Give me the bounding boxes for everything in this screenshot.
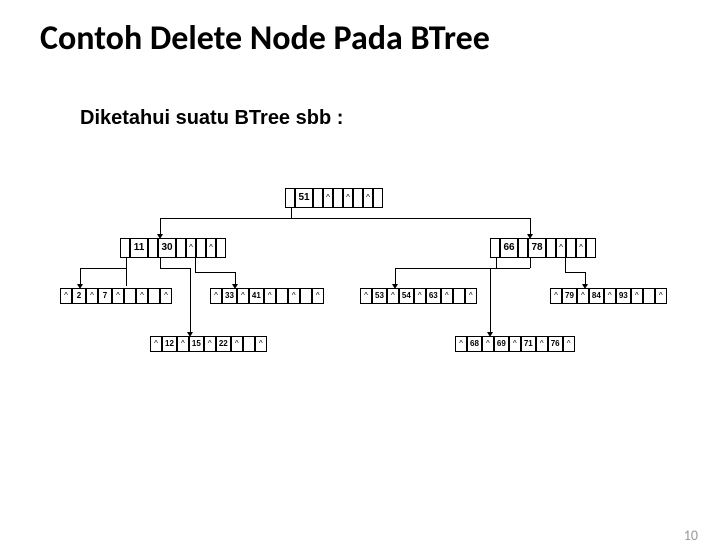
btree-diagram: 51 ^ ^ ^ 11 30 ^ ^ 66 78 ^ ^: [60, 188, 680, 428]
root-node: 51 ^ ^ ^: [285, 188, 383, 208]
ptr: [313, 188, 323, 208]
ptr: ^: [604, 288, 616, 304]
ptr: ^: [655, 288, 667, 304]
ptr: ^: [536, 336, 548, 352]
ptr: ^: [288, 288, 300, 304]
node-lv1-left: 11 30 ^ ^: [120, 238, 226, 258]
ptr: [285, 188, 295, 208]
key: 12: [162, 336, 177, 352]
ptr: [453, 288, 465, 304]
ptr: ^: [550, 288, 562, 304]
key: 84: [589, 288, 604, 304]
ptr: [490, 238, 500, 258]
ptr: ^: [441, 288, 453, 304]
key: 71: [521, 336, 536, 352]
leaf-f: ^ 68 ^ 69 ^ 71 ^ 76 ^: [455, 336, 575, 352]
key: 68: [467, 336, 482, 352]
ptr: [148, 238, 158, 258]
node-lv1-right: 66 78 ^ ^: [490, 238, 596, 258]
key: 33: [222, 288, 237, 304]
key: 41: [249, 288, 264, 304]
ptr: [518, 238, 528, 258]
ptr: ^: [231, 336, 243, 352]
ptr: ^: [160, 288, 172, 304]
ptr: ^: [577, 288, 589, 304]
ptr: [333, 188, 343, 208]
key: 51: [295, 188, 313, 208]
ptr: ^: [206, 238, 216, 258]
key: 93: [616, 288, 631, 304]
ptr: [124, 288, 136, 304]
ptr: ^: [264, 288, 276, 304]
ptr: ^: [177, 336, 189, 352]
ptr: ^: [204, 336, 216, 352]
ptr: ^: [563, 336, 575, 352]
key: 15: [189, 336, 204, 352]
key: 66: [500, 238, 518, 258]
ptr: [176, 238, 186, 258]
ptr: ^: [363, 188, 373, 208]
leaf-b: ^ 33 ^ 41 ^ ^ ^: [210, 288, 324, 304]
ptr: ^: [576, 238, 586, 258]
key: 7: [98, 288, 112, 304]
ptr: ^: [556, 238, 566, 258]
ptr: [586, 238, 596, 258]
key: 54: [399, 288, 414, 304]
ptr: ^: [210, 288, 222, 304]
key: 78: [528, 238, 546, 258]
ptr: ^: [465, 288, 477, 304]
key: 76: [548, 336, 563, 352]
subtitle: Diketahui suatu BTree sbb :: [80, 107, 720, 130]
ptr: [216, 238, 226, 258]
ptr: ^: [323, 188, 333, 208]
ptr: [120, 238, 130, 258]
ptr: ^: [387, 288, 399, 304]
page-number: 10: [684, 527, 698, 544]
leaf-d: ^ 79 ^ 84 ^ 93 ^ ^: [550, 288, 667, 304]
ptr: ^: [86, 288, 98, 304]
key: 2: [72, 288, 86, 304]
ptr: ^: [186, 238, 196, 258]
ptr: ^: [509, 336, 521, 352]
ptr: ^: [455, 336, 467, 352]
ptr: ^: [150, 336, 162, 352]
ptr: [276, 288, 288, 304]
ptr: [243, 336, 255, 352]
leaf-e: ^ 12 ^ 15 ^ 22 ^ ^: [150, 336, 267, 352]
ptr: [353, 188, 363, 208]
ptr: ^: [136, 288, 148, 304]
key: 22: [216, 336, 231, 352]
ptr: ^: [631, 288, 643, 304]
ptr: [546, 238, 556, 258]
ptr: [373, 188, 383, 208]
ptr: ^: [312, 288, 324, 304]
ptr: [566, 238, 576, 258]
leaf-a: ^ 2 ^ 7 ^ ^ ^: [60, 288, 172, 304]
key: 30: [158, 238, 176, 258]
ptr: ^: [414, 288, 426, 304]
key: 79: [562, 288, 577, 304]
ptr: [643, 288, 655, 304]
page-title: Contoh Delete Node Pada BTree: [40, 18, 720, 59]
leaf-c: ^ 53 ^ 54 ^ 63 ^ ^: [360, 288, 477, 304]
ptr: [196, 238, 206, 258]
ptr: [300, 288, 312, 304]
ptr: ^: [112, 288, 124, 304]
key: 11: [130, 238, 148, 258]
key: 69: [494, 336, 509, 352]
ptr: ^: [343, 188, 353, 208]
ptr: ^: [60, 288, 72, 304]
key: 53: [372, 288, 387, 304]
ptr: ^: [255, 336, 267, 352]
ptr: ^: [482, 336, 494, 352]
ptr: ^: [360, 288, 372, 304]
key: 63: [426, 288, 441, 304]
ptr: [148, 288, 160, 304]
ptr: ^: [237, 288, 249, 304]
